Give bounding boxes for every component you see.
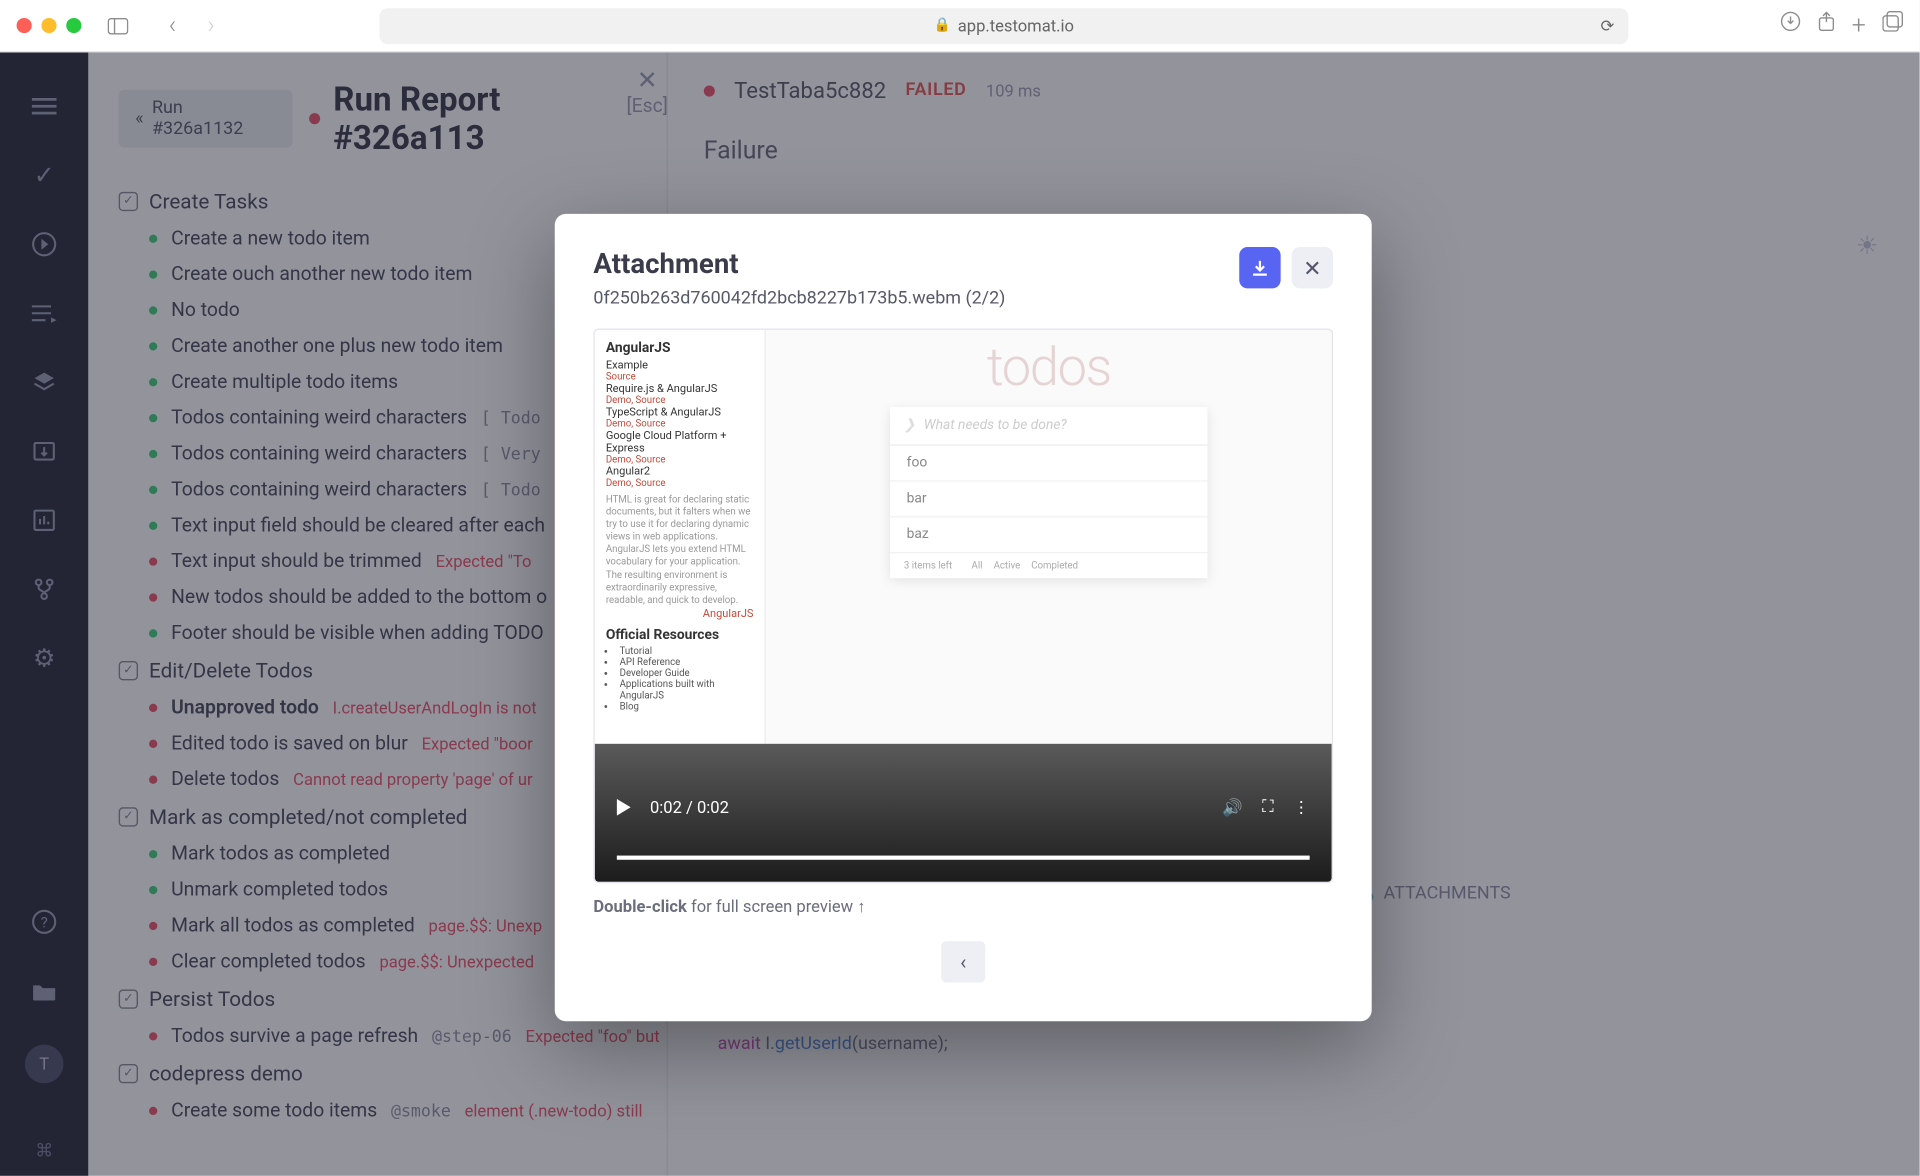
video-player: AngularJS ExampleSourceRequire.js & Angu… xyxy=(593,328,1333,883)
video-controls: 0:02 / 0:02 🔊 ⛶ ⋮ xyxy=(595,744,1332,882)
lock-icon: 🔒 xyxy=(934,18,951,33)
reload-icon[interactable]: ⟳ xyxy=(1600,16,1614,35)
attachment-modal: Attachment 0f250b263d760042fd2bcb8227b17… xyxy=(555,214,1372,1021)
window-close[interactable] xyxy=(17,18,32,33)
address-bar[interactable]: 🔒 app.testomat.io ⟳ xyxy=(380,8,1629,44)
traffic-lights xyxy=(17,18,82,33)
modal-title: Attachment xyxy=(593,247,1005,280)
video-frame-sidebar: AngularJS ExampleSourceRequire.js & Angu… xyxy=(595,330,766,744)
url-text: app.testomat.io xyxy=(958,16,1074,35)
new-tab-icon[interactable]: + xyxy=(1852,11,1866,40)
download-icon[interactable] xyxy=(1780,11,1801,40)
video-progress[interactable] xyxy=(617,856,1310,860)
more-icon[interactable]: ⋮ xyxy=(1293,797,1310,816)
video-frame-main: todos ❯What needs to be done? foobarbaz … xyxy=(766,330,1332,744)
fullscreen-icon[interactable]: ⛶ xyxy=(1262,796,1274,817)
forward-button[interactable]: › xyxy=(195,9,228,42)
back-button[interactable]: ‹ xyxy=(156,9,189,42)
modal-filename: 0f250b263d760042fd2bcb8227b173b5.webm (2… xyxy=(593,288,1005,309)
prev-attachment-button[interactable]: ‹ xyxy=(941,941,985,982)
fullscreen-hint: Double-click for full screen preview ↑ xyxy=(593,897,1333,916)
share-icon[interactable] xyxy=(1817,11,1835,40)
volume-icon[interactable]: 🔊 xyxy=(1222,797,1243,816)
close-button[interactable]: ✕ xyxy=(1292,247,1333,288)
browser-chrome: ‹ › 🔒 app.testomat.io ⟳ + xyxy=(0,0,1920,52)
download-button[interactable] xyxy=(1239,247,1280,288)
window-zoom[interactable] xyxy=(66,18,81,33)
play-button[interactable] xyxy=(617,798,631,815)
sidebar-toggle-icon[interactable] xyxy=(101,9,134,42)
video-time: 0:02 / 0:02 xyxy=(650,797,729,816)
window-minimize[interactable] xyxy=(41,18,56,33)
tabs-icon[interactable] xyxy=(1882,11,1903,40)
